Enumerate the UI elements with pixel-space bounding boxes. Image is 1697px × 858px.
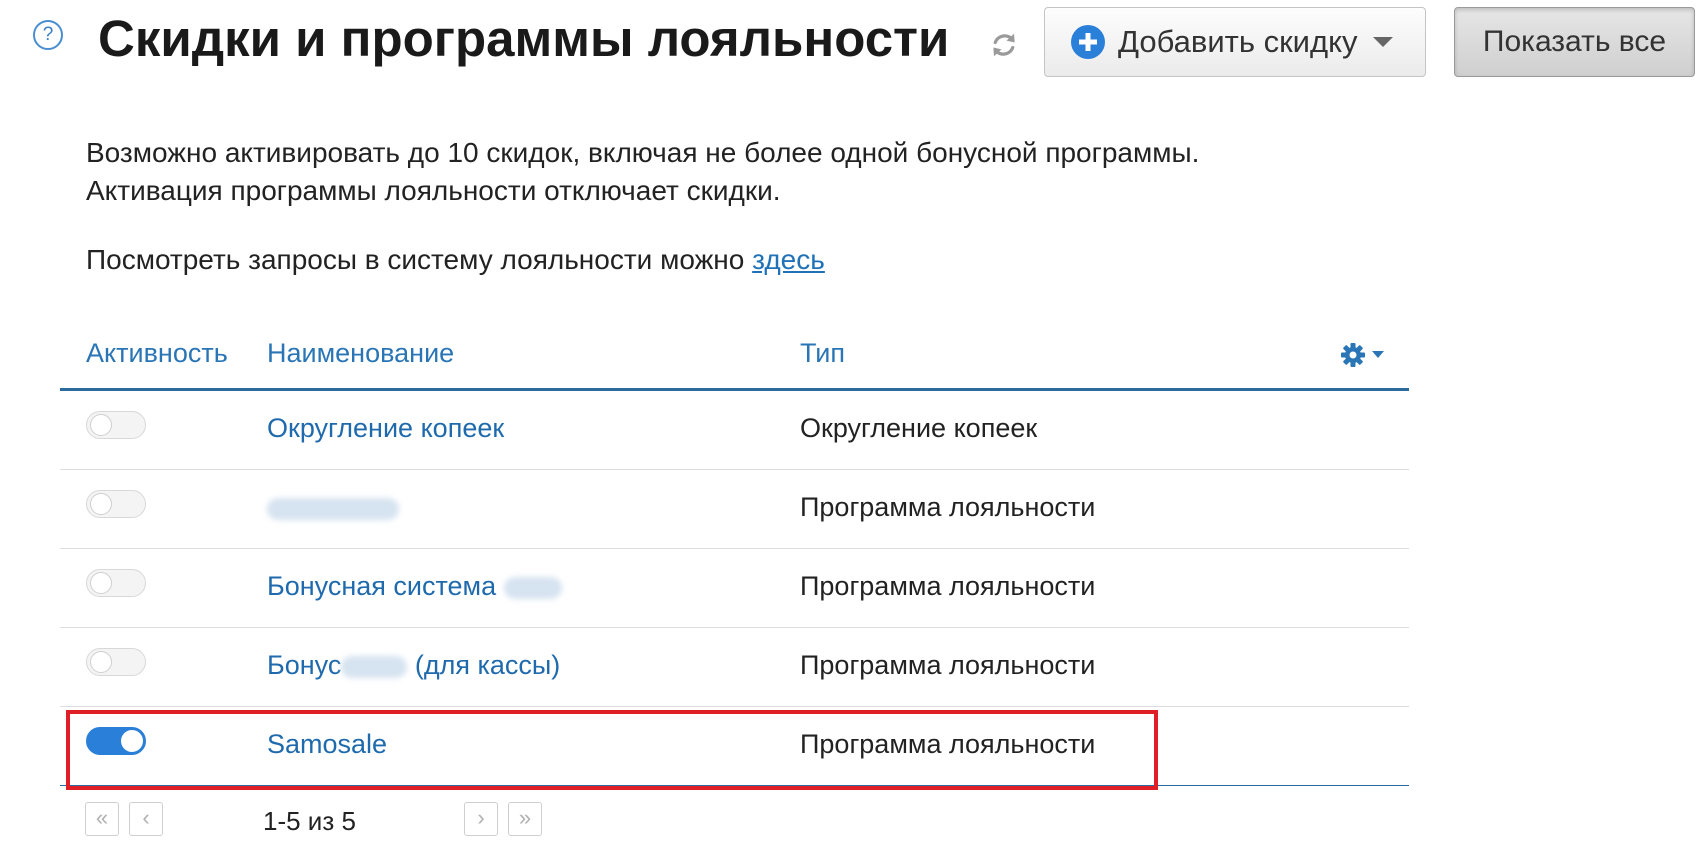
redacted-text	[341, 655, 408, 678]
caret-down-icon	[1372, 37, 1393, 47]
first-page-button[interactable]: «	[85, 802, 119, 836]
discount-type: Программа лояльности	[800, 571, 1096, 601]
column-activity[interactable]: Активность	[86, 338, 228, 369]
gear-icon[interactable]	[1340, 340, 1390, 370]
discount-type: Программа лояльности	[800, 729, 1096, 759]
next-page-button[interactable]: ›	[464, 802, 498, 836]
prev-page-button[interactable]: ‹	[129, 802, 163, 836]
activity-toggle[interactable]	[86, 648, 146, 676]
plus-circle-icon	[1071, 25, 1105, 59]
intro-line-2: Активация программы лояльности отключает…	[86, 175, 781, 206]
requests-link[interactable]: здесь	[752, 244, 825, 275]
column-type[interactable]: Тип	[800, 338, 845, 369]
activity-toggle[interactable]	[86, 411, 146, 439]
table-row: Округление копеек Округление копеек	[60, 391, 1409, 470]
show-all-label: Показать все	[1482, 25, 1667, 58]
activity-toggle[interactable]	[86, 490, 146, 518]
redacted-text	[267, 497, 399, 520]
table-row: Бонус (для кассы) Программа лояльности	[60, 628, 1409, 707]
redacted-text	[503, 576, 562, 599]
column-name[interactable]: Наименование	[267, 338, 454, 369]
discount-name-link[interactable]: Округление копеек	[267, 413, 504, 444]
table-row: Бонусная система Программа лояльности	[60, 549, 1409, 628]
refresh-icon[interactable]	[989, 30, 1019, 60]
page-title: Скидки и программы лояльности	[98, 10, 950, 67]
intro-text: Возможно активировать до 10 скидок, вклю…	[86, 134, 1199, 210]
show-all-button[interactable]: Показать все	[1454, 7, 1695, 77]
discount-name-link[interactable]: Бонусная система	[267, 571, 562, 602]
activity-toggle[interactable]	[86, 727, 146, 755]
discounts-table: Активность Наименование Тип Округление к…	[60, 320, 1409, 786]
requests-text: Посмотреть запросы в систему лояльности …	[86, 244, 753, 275]
discount-type: Программа лояльности	[800, 492, 1096, 522]
discount-type: Программа лояльности	[800, 650, 1096, 680]
pager-info: 1-5 из 5	[263, 806, 356, 836]
discount-type: Округление копеек	[800, 413, 1038, 443]
last-page-button[interactable]: »	[508, 802, 542, 836]
help-icon[interactable]: ?	[33, 20, 63, 50]
add-discount-button[interactable]: Добавить скидку	[1044, 7, 1426, 77]
table-row: Программа лояльности	[60, 470, 1409, 549]
table-header: Активность Наименование Тип	[60, 320, 1409, 391]
activity-toggle[interactable]	[86, 569, 146, 597]
add-discount-label: Добавить скидку	[1118, 24, 1358, 59]
discount-name-link[interactable]	[267, 492, 399, 523]
discount-name-link[interactable]: Бонус (для кассы)	[267, 650, 560, 681]
intro-line-1: Возможно активировать до 10 скидок, вклю…	[86, 137, 1200, 168]
requests-line: Посмотреть запросы в систему лояльности …	[86, 244, 825, 276]
table-row: Samosale Программа лояльности	[60, 707, 1409, 786]
discount-name-link[interactable]: Samosale	[267, 729, 387, 760]
